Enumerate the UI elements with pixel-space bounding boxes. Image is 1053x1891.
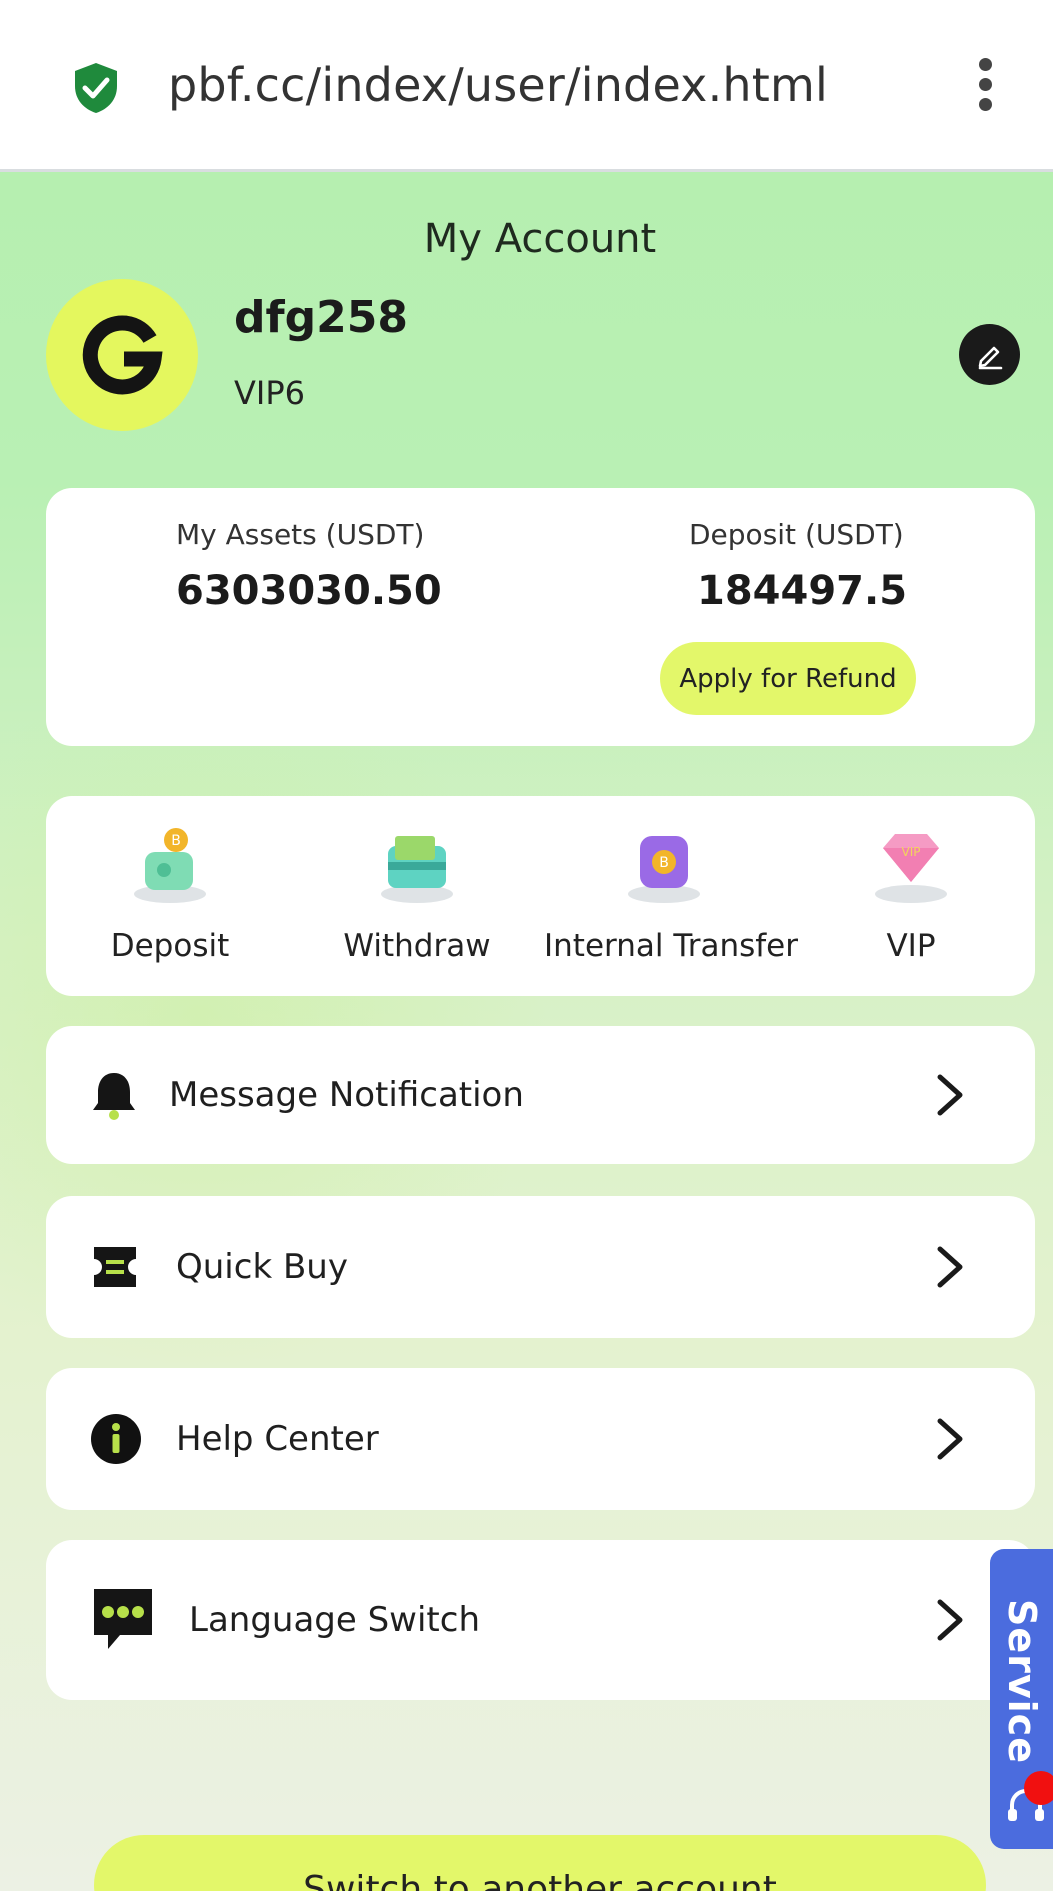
vip-level: VIP6 (234, 374, 305, 412)
svg-text:B: B (171, 833, 181, 849)
internal-transfer-action[interactable]: B Internal Transfer (544, 824, 798, 974)
deposit-action[interactable]: B Deposit (50, 824, 290, 974)
quick-actions-card: B Deposit Withdraw B Internal Transfer V… (46, 796, 1035, 996)
pencil-icon (978, 346, 1002, 369)
svg-text:B: B (659, 855, 669, 871)
menu-label: Quick Buy (176, 1247, 348, 1287)
assets-label: My Assets (USDT) (176, 518, 425, 551)
url-text[interactable]: pbf.cc/index/user/index.html (168, 58, 828, 112)
info-icon (91, 1414, 141, 1464)
shield-check-icon (75, 63, 117, 113)
withdraw-action[interactable]: Withdraw (297, 824, 537, 974)
username: dfg258 (234, 292, 408, 343)
ticket-icon (94, 1247, 136, 1287)
wallet-cash-icon (381, 836, 453, 903)
avatar[interactable] (46, 279, 198, 431)
chevron-right-icon (937, 1074, 963, 1116)
chevron-right-icon (937, 1418, 963, 1460)
internal-transfer-label: Internal Transfer (544, 928, 798, 964)
vip-action[interactable]: VIP VIP (791, 824, 1031, 974)
apply-refund-button[interactable]: Apply for Refund (660, 642, 916, 715)
switch-account-button[interactable]: Switch to another account (94, 1835, 986, 1891)
menu-label: Language Switch (189, 1600, 481, 1640)
notification-dot (1024, 1771, 1053, 1805)
menu-label: Help Center (176, 1419, 379, 1459)
avatar-logo-icon (82, 315, 163, 395)
account-page: My Account dfg258 VIP6 My Assets (USDT) … (0, 172, 1053, 1891)
edit-profile-button[interactable] (959, 324, 1020, 385)
page-title: My Account (423, 216, 657, 262)
browser-address-bar: pbf.cc/index/user/index.html (0, 0, 1053, 172)
assets-card: My Assets (USDT) 6303030.50 Deposit (USD… (46, 488, 1035, 746)
chevron-right-icon (937, 1246, 963, 1288)
assets-value: 6303030.50 (176, 568, 442, 614)
kebab-menu-icon[interactable] (970, 58, 1000, 118)
deposit-label: Deposit (110, 928, 230, 964)
svg-text:VIP: VIP (902, 845, 921, 859)
piggy-bank-coin-icon: B (134, 828, 206, 903)
deposit-label: Deposit (USDT) (689, 518, 904, 551)
service-label: Service (1000, 1599, 1044, 1764)
menu-item-language-switch[interactable]: Language Switch (46, 1540, 1035, 1700)
chat-bubble-icon (94, 1589, 152, 1649)
service-tab[interactable]: Service (990, 1549, 1053, 1849)
menu-item-quick-buy[interactable]: Quick Buy (46, 1196, 1035, 1338)
withdraw-label: Withdraw (343, 928, 491, 964)
deposit-value: 184497.5 (697, 568, 908, 614)
transfer-coin-icon: B (628, 836, 700, 903)
menu-label: Message Notification (169, 1075, 524, 1115)
diamond-icon: VIP (875, 834, 947, 903)
vip-label: VIP (886, 928, 936, 964)
bell-icon (93, 1073, 135, 1120)
menu-item-message-notification[interactable]: Message Notification (46, 1026, 1035, 1164)
chevron-right-icon (937, 1599, 963, 1641)
menu-item-help-center[interactable]: Help Center (46, 1368, 1035, 1510)
